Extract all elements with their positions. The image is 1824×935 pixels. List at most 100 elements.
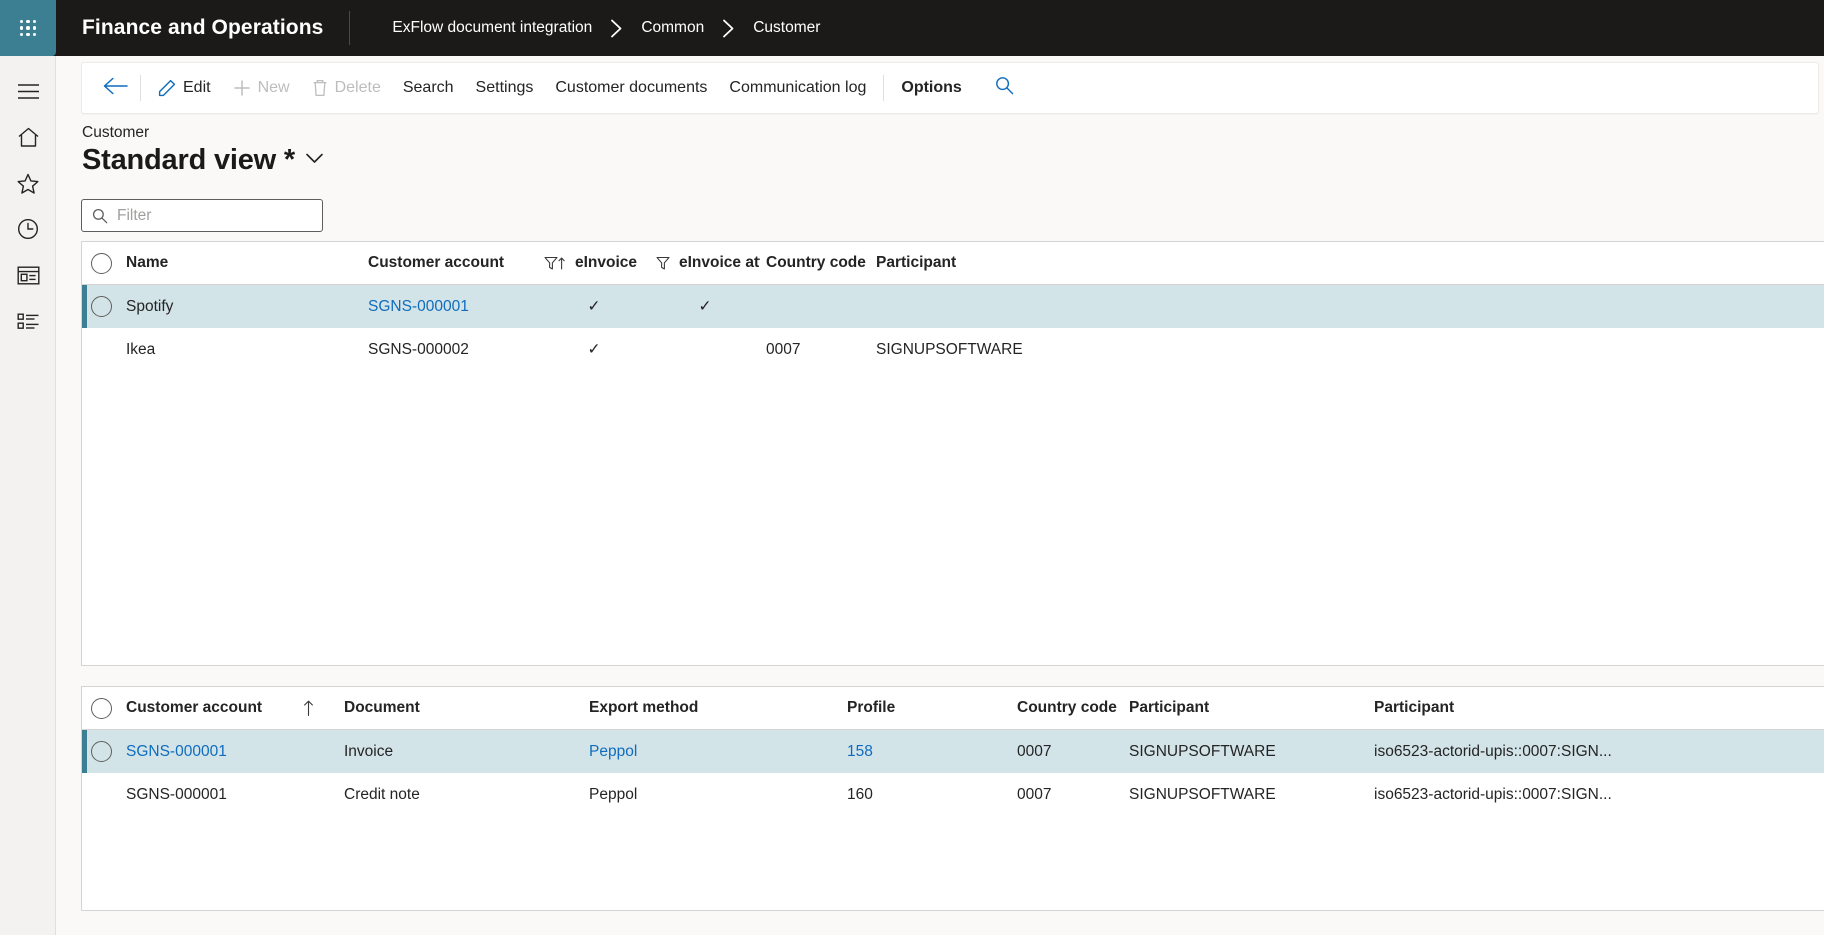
row-select-radio[interactable]	[82, 328, 120, 371]
list-icon	[17, 312, 40, 331]
select-all-radio[interactable]	[82, 242, 120, 284]
customer-grid: Name Customer account eInvoice eInvoice …	[81, 241, 1824, 666]
sidebar-item-favorites[interactable]	[0, 160, 56, 206]
column-header-profile[interactable]: Profile	[841, 687, 1011, 729]
cell-participant-name: SIGNUPSOFTWARE	[1129, 785, 1276, 803]
breadcrumb: ExFlow document integration Common Custo…	[350, 19, 820, 38]
cell-name: Spotify	[126, 297, 174, 315]
chevron-right-icon	[610, 19, 623, 38]
breadcrumb-item-module[interactable]: ExFlow document integration	[392, 19, 592, 37]
cell-country-code: 0007	[1017, 742, 1052, 760]
communication-log-button-label: Communication log	[729, 79, 867, 96]
row-select-radio[interactable]	[82, 285, 120, 328]
page-title-group[interactable]: Standard view *	[82, 144, 324, 177]
filter-sort-ascending-icon[interactable]	[544, 256, 566, 271]
column-header-customer-account[interactable]: Customer account	[120, 687, 338, 729]
page-title: Standard view *	[82, 144, 295, 176]
cell-einvoice-attachment	[650, 328, 760, 371]
cell-profile[interactable]: 158	[841, 730, 1011, 773]
cell-export-method[interactable]: Peppol	[583, 730, 841, 773]
customer-document-grid-header: Customer account Document Export method …	[82, 687, 1824, 730]
breadcrumb-item-customer[interactable]: Customer	[753, 19, 820, 37]
column-header-country-code[interactable]: Country code	[1011, 687, 1123, 729]
column-header-participant-name[interactable]: Participant	[1123, 687, 1368, 729]
delete-button-label: Delete	[334, 79, 381, 96]
sidebar-item-recent[interactable]	[0, 206, 56, 252]
cell-participant-id: iso6523-actorid-upis::0007:SIGN...	[1374, 785, 1612, 803]
select-all-radio[interactable]	[82, 687, 120, 729]
delete-button[interactable]: Delete	[301, 69, 392, 107]
cell-export-method[interactable]: Peppol	[583, 773, 841, 816]
waffle-button[interactable]	[0, 0, 56, 56]
sidebar-item-modules[interactable]	[0, 298, 56, 344]
toolbar-divider	[883, 75, 885, 101]
table-row[interactable]: Ikea SGNS-000002 ✓ 0007 SIGNUPSOFTWARE	[82, 328, 1824, 371]
customer-document-grid: Customer account Document Export method …	[81, 686, 1824, 911]
sidebar-item-home[interactable]	[0, 114, 56, 160]
chevron-right-icon	[722, 19, 735, 38]
cell-participant-name: SIGNUPSOFTWARE	[1129, 742, 1276, 760]
column-header-participant-id[interactable]: Participant	[1368, 687, 1668, 729]
sidebar-item-workspaces[interactable]	[0, 252, 56, 298]
table-row[interactable]: Spotify SGNS-000001 ✓ ✓	[82, 285, 1824, 328]
table-row[interactable]: SGNS-000001 Credit note Peppol 160 0007 …	[82, 773, 1824, 816]
trash-icon	[312, 79, 328, 97]
search-button[interactable]: Search	[392, 69, 465, 107]
filter-input[interactable]	[117, 206, 312, 225]
sort-ascending-icon[interactable]	[303, 700, 314, 717]
new-button[interactable]: New	[222, 69, 301, 107]
settings-button[interactable]: Settings	[465, 69, 545, 107]
plus-icon	[233, 79, 251, 97]
cell-profile[interactable]: 160	[841, 773, 1011, 816]
cell-einvoice: ✓	[587, 298, 601, 315]
new-button-label: New	[257, 79, 290, 96]
quick-filter[interactable]	[81, 199, 323, 232]
row-select-radio[interactable]	[82, 773, 120, 816]
pencil-icon	[158, 79, 176, 97]
customer-grid-header: Name Customer account eInvoice eInvoice …	[82, 242, 1824, 285]
cell-country-code: 0007	[766, 340, 801, 358]
communication-log-button[interactable]: Communication log	[718, 69, 877, 107]
arrow-left-icon	[103, 77, 128, 100]
filter-icon[interactable]	[656, 256, 670, 271]
column-header-name[interactable]: Name	[120, 242, 362, 284]
chevron-down-icon[interactable]	[305, 152, 324, 170]
table-row[interactable]: SGNS-000001 Invoice Peppol 158 0007 SIGN…	[82, 730, 1824, 773]
options-button[interactable]: Options	[890, 69, 972, 107]
customer-documents-button[interactable]: Customer documents	[544, 69, 718, 107]
column-header-einvoice-attachment[interactable]: eInvoice attac...	[650, 242, 760, 284]
action-pane-toolbar: Edit New Delete Search Settings Customer…	[81, 62, 1819, 114]
cell-participant: SIGNUPSOFTWARE	[876, 340, 1023, 358]
toolbar-search-button[interactable]	[985, 69, 1025, 107]
breadcrumb-item-common[interactable]: Common	[641, 19, 704, 37]
cell-participant	[870, 285, 1170, 328]
cell-customer-account[interactable]: SGNS-000002	[362, 328, 538, 371]
top-bar: Finance and Operations ExFlow document i…	[0, 0, 1824, 56]
search-button-label: Search	[402, 79, 454, 96]
search-icon	[995, 76, 1014, 100]
toolbar-divider	[140, 75, 141, 101]
column-header-einvoice[interactable]: eInvoice	[538, 242, 650, 284]
cell-customer-account[interactable]: SGNS-000001	[362, 285, 538, 328]
sidebar-item-navigation-menu[interactable]	[0, 68, 56, 114]
back-button[interactable]	[96, 69, 134, 107]
clock-icon	[17, 218, 39, 240]
column-header-customer-account[interactable]: Customer account	[362, 242, 538, 284]
column-header-document[interactable]: Document	[338, 687, 583, 729]
cell-customer-account[interactable]: SGNS-000001	[120, 730, 338, 773]
cell-name: Ikea	[126, 340, 156, 358]
row-select-radio[interactable]	[82, 730, 120, 773]
hamburger-menu-icon	[17, 83, 40, 100]
customer-documents-button-label: Customer documents	[555, 79, 708, 96]
cell-customer-account[interactable]: SGNS-000001	[120, 773, 338, 816]
column-header-participant[interactable]: Participant	[870, 242, 1170, 284]
cell-document: Credit note	[344, 785, 420, 803]
app-title: Finance and Operations	[56, 11, 351, 45]
edit-button[interactable]: Edit	[147, 69, 222, 107]
cell-document: Invoice	[344, 742, 394, 760]
column-header-country-code[interactable]: Country code	[760, 242, 870, 284]
column-header-export-method[interactable]: Export method	[583, 687, 841, 729]
edit-button-label: Edit	[183, 79, 211, 96]
navigation-rail	[0, 56, 56, 935]
search-icon	[92, 208, 108, 224]
